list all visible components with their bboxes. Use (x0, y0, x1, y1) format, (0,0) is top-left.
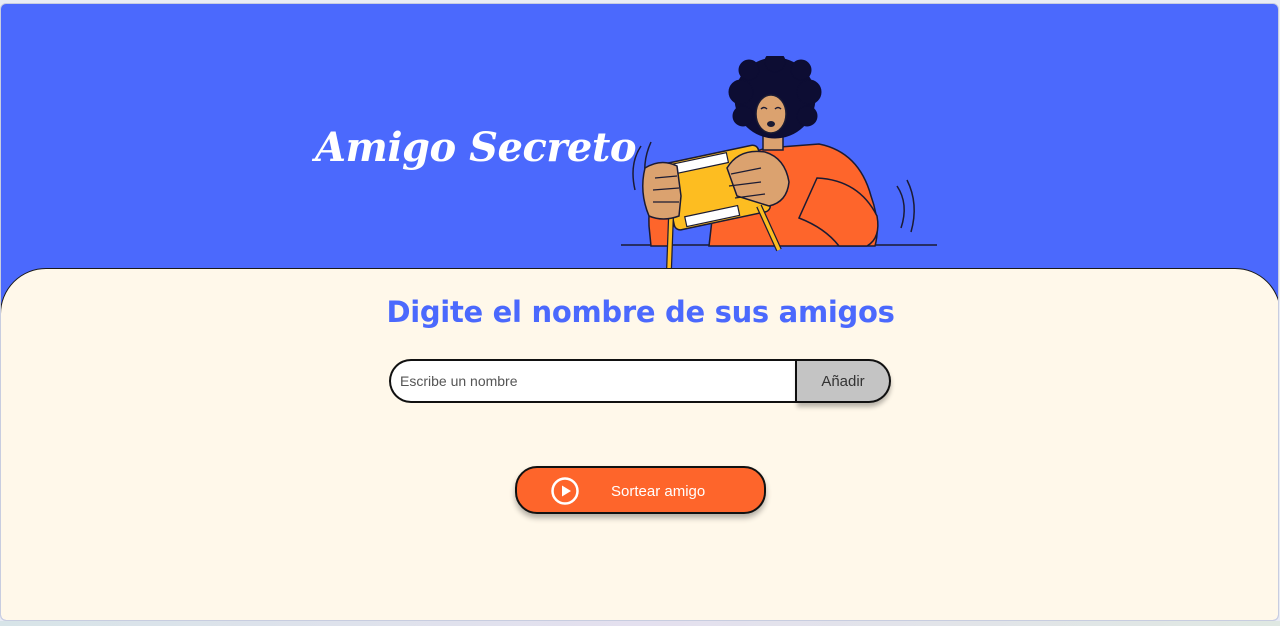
add-button[interactable]: Añadir (797, 359, 891, 403)
main-panel: Digite el nombre de sus amigos Añadir So… (1, 268, 1278, 620)
friend-name-input[interactable] (389, 359, 798, 403)
name-input-group: Añadir (389, 359, 891, 404)
window-bottom-edge (0, 621, 1280, 626)
play-circle-icon (551, 477, 579, 505)
instructions-heading: Digite el nombre de sus amigos (386, 295, 895, 329)
draw-friend-label: Sortear amigo (611, 483, 706, 500)
app-frame: Amigo Secreto Digite el nombre de sus am… (0, 3, 1279, 621)
header-banner: Amigo Secreto (1, 4, 1278, 270)
draw-friend-button[interactable]: Sortear amigo (515, 466, 766, 514)
page-title: Amigo Secreto (315, 124, 637, 171)
person-holding-gift-illustration (621, 56, 937, 270)
